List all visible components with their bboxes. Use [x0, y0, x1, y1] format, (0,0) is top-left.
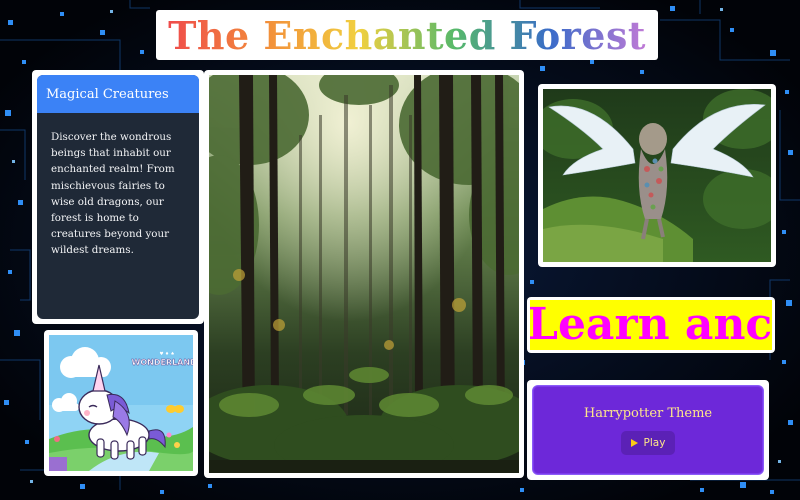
play-button[interactable]: Play [620, 430, 676, 455]
unicorn-illustration: ♥ ♦ ♠ WONDERLANDS [49, 335, 193, 471]
play-button-label: Play [643, 436, 666, 449]
forest-image-frame [204, 70, 524, 478]
fairy-image-frame [538, 84, 776, 267]
creatures-card-description: Discover the wondrous beings that inhabi… [51, 131, 175, 257]
page-title: The Enchanted Forest [168, 12, 646, 58]
theme-card-frame: Harrypotter Theme Play [527, 380, 769, 480]
forest-photo [209, 75, 519, 473]
scrolling-marquee: Learn ancie [530, 300, 772, 350]
theme-card: Harrypotter Theme Play [532, 385, 764, 475]
unicorn-image-frame: ♥ ♦ ♠ WONDERLANDS [44, 330, 198, 476]
marquee-frame: Learn ancie [527, 297, 775, 353]
svg-text:WONDERLANDS: WONDERLANDS [132, 358, 193, 367]
creatures-card: Magical Creatures Discover the wondrous … [37, 75, 199, 319]
marquee-text: Learn ancie [530, 300, 772, 350]
theme-title: Harrypotter Theme [583, 405, 713, 421]
creatures-card-frame: Magical Creatures Discover the wondrous … [32, 70, 204, 324]
fairy-photo [543, 89, 771, 262]
title-banner: The Enchanted Forest [156, 10, 658, 60]
play-icon [630, 438, 638, 447]
svg-text:♥ ♦ ♠: ♥ ♦ ♠ [160, 351, 175, 357]
creatures-card-header: Magical Creatures [37, 75, 199, 113]
creatures-card-title: Magical Creatures [46, 86, 169, 102]
